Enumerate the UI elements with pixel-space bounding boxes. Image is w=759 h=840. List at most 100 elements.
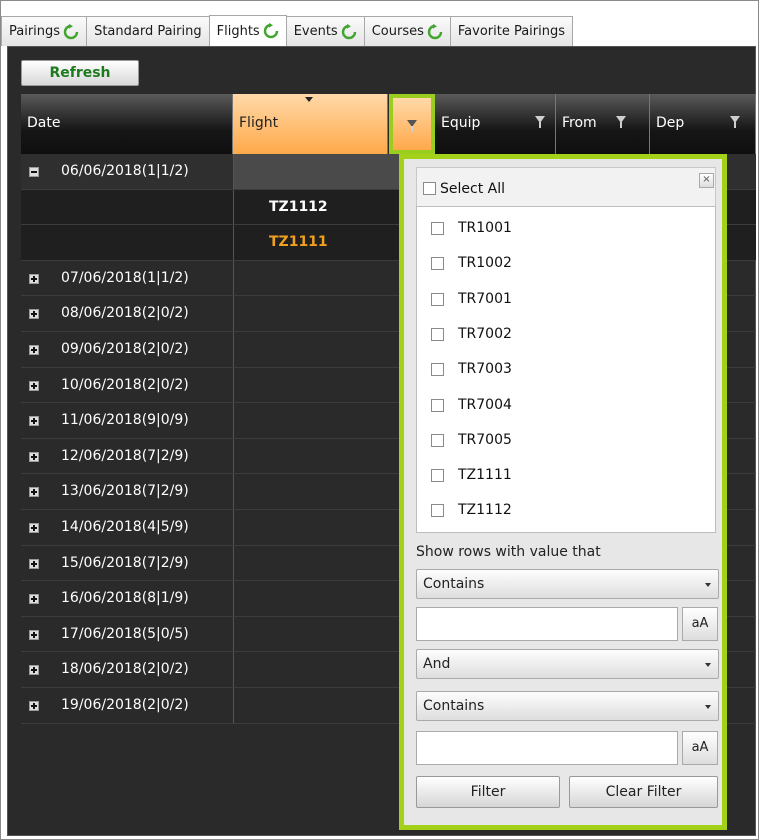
tab-label: Pairings [9,24,61,39]
filter-item-checkbox[interactable] [431,469,444,483]
filter-value-item[interactable]: TZ1112 [417,493,715,528]
select-all-label: Select All [440,181,505,197]
flight-filter-button[interactable] [389,94,435,154]
column-divider [233,509,234,545]
expand-icon[interactable] [29,416,39,427]
filter-item-label: TR1002 [458,255,512,272]
column-divider [233,403,234,438]
group-date-label: 09/06/2018(2|0/2) [61,340,189,357]
filter-item-checkbox[interactable] [431,222,444,235]
operator-dropdown-1[interactable]: Contains [416,569,719,599]
filter-value-item[interactable]: TR1002 [417,246,715,281]
filter-value-list: TR1001 TR1002 TR7001 TR7002 TR7003 TR7004 TR70… [416,206,716,533]
filter-value-item[interactable]: TR7002 [417,317,715,352]
tab-label: Favorite Pairings [457,24,566,39]
tab-courses[interactable]: Courses [363,16,451,46]
filter-item-checkbox[interactable] [431,398,444,412]
expand-icon[interactable] [29,344,39,355]
filter-item-label: TZ1111 [458,467,512,484]
filter-value-item[interactable]: TR7001 [417,282,715,317]
filter-item-checkbox[interactable] [431,327,444,341]
refresh-icon [427,23,443,39]
dropdown-value: Contains [423,698,485,714]
expand-icon[interactable] [29,594,39,605]
filter-value-item[interactable]: TZ1111 [417,458,715,493]
tab-flights[interactable]: Flights [208,15,287,46]
column-header-dep[interactable]: Dep [650,94,756,154]
group-flight-cell [233,154,408,189]
tab-pairings[interactable]: Pairings [1,16,88,46]
filter-funnel-icon[interactable] [730,116,740,128]
filter-funnel-icon[interactable] [535,116,545,128]
expand-icon[interactable] [29,380,39,391]
column-header-label: Date [27,115,61,131]
expand-icon[interactable] [29,665,39,676]
collapse-icon[interactable] [29,167,39,177]
column-header-date[interactable]: Date [21,94,233,154]
group-date-label: 18/06/2018(2|0/2) [61,661,189,678]
filter-funnel-icon [407,120,417,132]
tab-label: Courses [371,24,424,39]
column-header-equip[interactable]: Equip [435,94,556,154]
show-rows-label: Show rows with value that [416,544,601,560]
refresh-button[interactable]: Refresh [21,60,139,86]
filter-value-item[interactable]: TR7005 [417,423,715,458]
group-date-label: 08/06/2018(2|0/2) [61,305,189,322]
flight-filter-popup: Select All × TR1001 TR1002 TR7001 TR7002 TR7… [399,154,727,830]
expand-icon[interactable] [29,558,39,569]
expand-icon[interactable] [29,487,39,498]
filter-value-item[interactable]: TR7003 [417,352,715,387]
filter-item-checkbox[interactable] [431,363,444,377]
column-divider [233,296,234,331]
chevron-down-icon [705,583,711,587]
expand-icon[interactable] [29,273,39,284]
group-date-label: 14/06/2018(4|5/9) [61,518,189,535]
clear-filter-button[interactable]: Clear Filter [569,776,718,808]
expand-icon[interactable] [29,451,39,462]
tab-label: Flights [216,23,260,39]
match-case-button-2[interactable]: aA [682,731,718,765]
column-header-from[interactable]: From [556,94,650,154]
group-date-label: 17/06/2018(5|0/5) [61,625,189,642]
filter-value-item[interactable]: TR1001 [417,211,715,246]
expand-icon[interactable] [29,522,39,533]
tab-events[interactable]: Events [285,16,365,46]
chevron-down-icon [705,663,711,667]
filter-value-item[interactable]: TR7004 [417,388,715,423]
filter-value-input-2[interactable] [416,731,678,765]
logic-operator-dropdown[interactable]: And [416,649,719,679]
tab-label: Standard Pairing [94,24,202,39]
column-header-label: Flight [239,115,279,131]
filter-item-checkbox[interactable] [431,504,444,518]
close-icon[interactable]: × [699,173,714,188]
filter-funnel-icon[interactable] [616,116,626,128]
column-header-flight[interactable]: Flight [233,94,388,154]
filter-button[interactable]: Filter [416,776,560,808]
column-divider [233,652,234,687]
app-window: Pairings Standard Pairing Flights Events… [0,0,759,840]
expand-icon[interactable] [29,700,39,711]
column-divider [233,331,234,367]
tab-favorite-pairings[interactable]: Favorite Pairings [449,16,574,46]
column-header-label: Equip [441,115,481,131]
column-divider [233,545,234,581]
filter-item-checkbox[interactable] [431,433,444,447]
operator-dropdown-2[interactable]: Contains [416,691,719,721]
filter-value-input-1[interactable] [416,607,678,641]
refresh-icon [341,23,356,39]
match-case-button-1[interactable]: aA [682,607,718,641]
tab-standard-pairing[interactable]: Standard Pairing [86,16,210,46]
chevron-down-icon [705,705,711,709]
column-divider [233,260,234,296]
select-all-checkbox[interactable] [423,182,436,195]
filter-item-checkbox[interactable] [431,292,444,306]
column-divider [233,154,234,189]
expand-icon[interactable] [29,309,39,320]
filter-item-checkbox[interactable] [431,257,444,271]
dropdown-value: Contains [423,576,485,592]
expand-icon[interactable] [29,629,39,640]
flight-number: TZ1111 [269,234,328,251]
tab-label: Events [293,24,338,39]
filter-item-label: TR7001 [458,290,512,307]
group-date-label: 07/06/2018(1|1/2) [61,269,189,286]
